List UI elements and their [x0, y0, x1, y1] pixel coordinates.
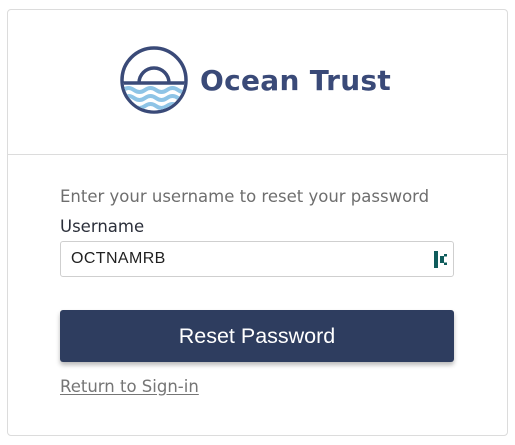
reset-password-card: Ocean Trust Enter your username to reset… [7, 9, 508, 436]
password-manager-icon[interactable] [434, 251, 448, 268]
brand-name: Ocean Trust [200, 63, 392, 97]
sun-over-waves-icon [120, 46, 188, 114]
username-field [60, 241, 454, 277]
username-label: Username [60, 217, 145, 236]
username-input[interactable] [61, 242, 421, 276]
ocean-trust-logo: Ocean Trust [119, 45, 391, 115]
card-header: Ocean Trust [8, 10, 507, 155]
instructions-text: Enter your username to reset your passwo… [60, 187, 430, 206]
return-to-signin-link[interactable]: Return to Sign-in [60, 377, 199, 396]
reset-password-button[interactable]: Reset Password [60, 310, 454, 362]
